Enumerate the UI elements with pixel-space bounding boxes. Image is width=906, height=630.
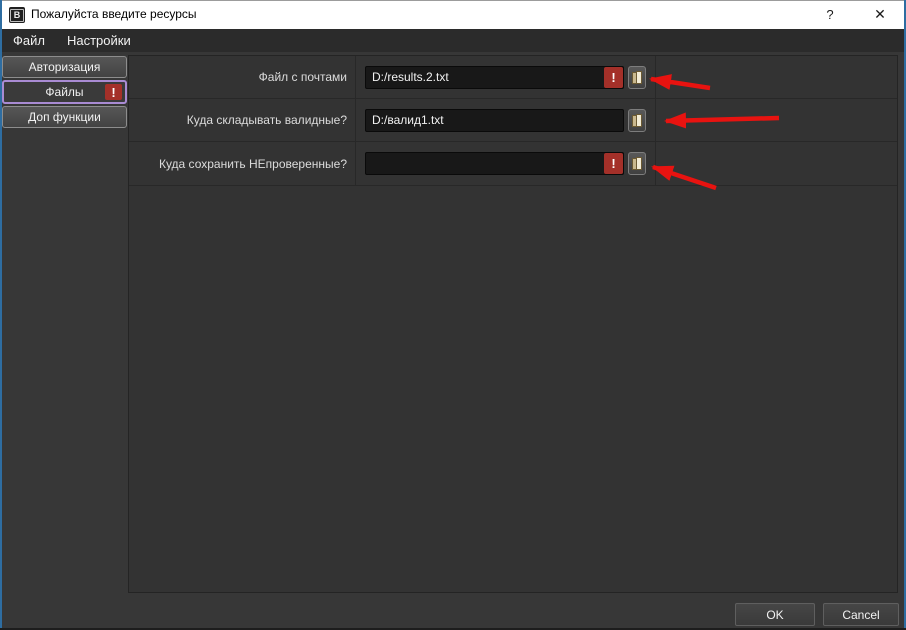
ok-button[interactable]: OK xyxy=(735,603,815,626)
window-border-left xyxy=(0,0,2,630)
help-icon: ? xyxy=(826,7,833,22)
close-icon: ✕ xyxy=(874,6,886,23)
help-button[interactable]: ? xyxy=(806,0,854,29)
valid-output-browse-button[interactable] xyxy=(628,109,646,132)
cancel-button[interactable]: Cancel xyxy=(823,603,899,626)
row-spacer xyxy=(656,99,897,141)
window-title: Пожалуйста введите ресурсы xyxy=(31,0,197,29)
tab-label: Доп функции xyxy=(28,110,101,124)
tab-content-pane: Файл с почтами ! Куда складывать валидны… xyxy=(128,55,898,593)
valid-output-cell xyxy=(356,99,656,141)
row-spacer xyxy=(656,56,897,98)
app-window: B Пожалуйста введите ресурсы ? ✕ Файл На… xyxy=(0,0,906,630)
form-row-mail-file: Файл с почтами ! xyxy=(129,56,897,99)
mail-file-browse-button[interactable] xyxy=(628,66,646,89)
sidebar-tabs: Авторизация Файлы ! Доп функции xyxy=(2,56,127,130)
form-row-valid-output: Куда складывать валидные? xyxy=(129,99,897,142)
window-border-top xyxy=(0,0,906,1)
row-spacer xyxy=(656,142,897,185)
open-book-icon xyxy=(632,114,642,127)
unchecked-output-error-badge: ! xyxy=(604,153,623,174)
valid-output-label: Куда складывать валидные? xyxy=(129,99,356,141)
titlebar: B Пожалуйста введите ресурсы ? ✕ xyxy=(0,0,906,29)
mail-file-cell: ! xyxy=(356,56,656,98)
tab-authorization[interactable]: Авторизация xyxy=(2,56,127,78)
menu-file[interactable]: Файл xyxy=(2,29,56,52)
tab-extra-functions[interactable]: Доп функции xyxy=(2,106,127,128)
tab-files-error-badge: ! xyxy=(105,84,122,100)
app-icon: B xyxy=(9,7,25,23)
unchecked-output-browse-button[interactable] xyxy=(628,152,646,175)
tab-files[interactable]: Файлы ! xyxy=(2,80,127,104)
app-icon-letter: B xyxy=(10,9,25,22)
mail-file-input-wrap: ! xyxy=(365,66,624,89)
valid-output-input-wrap xyxy=(365,109,624,132)
mail-file-error-badge: ! xyxy=(604,67,623,88)
mail-file-label: Файл с почтами xyxy=(129,56,356,98)
unchecked-output-label: Куда сохранить НЕпроверенные? xyxy=(129,142,356,185)
unchecked-output-input-wrap: ! xyxy=(365,152,624,175)
mail-file-input[interactable] xyxy=(365,66,624,89)
open-book-icon xyxy=(632,71,642,84)
menu-settings[interactable]: Настройки xyxy=(56,29,142,52)
form-row-unchecked-output: Куда сохранить НЕпроверенные? ! xyxy=(129,142,897,186)
unchecked-output-cell: ! xyxy=(356,142,656,185)
close-button[interactable]: ✕ xyxy=(856,0,904,29)
menubar: Файл Настройки xyxy=(0,29,906,52)
tab-label: Файлы xyxy=(45,85,83,99)
valid-output-input[interactable] xyxy=(365,109,624,132)
tab-label: Авторизация xyxy=(29,60,101,74)
open-book-icon xyxy=(632,157,642,170)
unchecked-output-input[interactable] xyxy=(365,152,624,175)
